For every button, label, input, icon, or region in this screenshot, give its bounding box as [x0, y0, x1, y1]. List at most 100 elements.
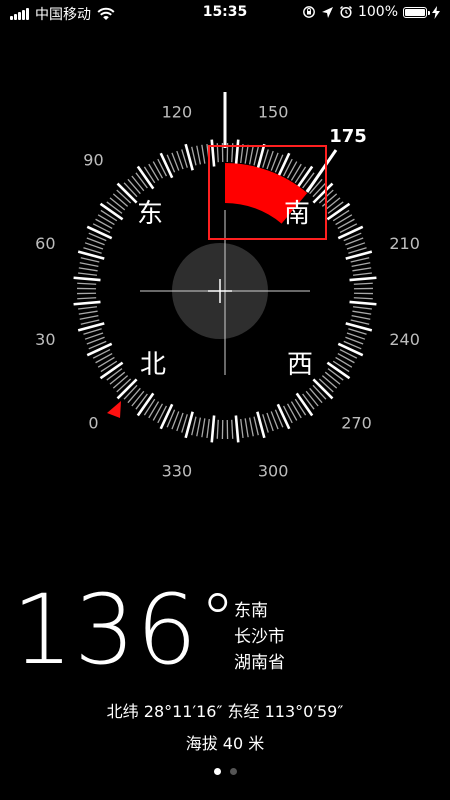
- minor-tick: [196, 417, 202, 437]
- minor-tick: [351, 262, 371, 268]
- minor-tick: [201, 144, 206, 164]
- minor-tick: [348, 247, 367, 254]
- minor-tick: [348, 328, 367, 335]
- major-tick: [337, 225, 364, 240]
- minor-tick: [80, 257, 100, 263]
- minor-tick: [123, 384, 138, 400]
- minor-tick: [135, 172, 148, 189]
- minor-tick: [123, 182, 138, 198]
- heading-readout: 136 °: [12, 580, 235, 680]
- cardinal-east: 东: [137, 199, 163, 229]
- minor-tick: [95, 352, 113, 364]
- page-dot-inactive[interactable]: [229, 768, 237, 775]
- degree-label: 90: [83, 150, 103, 169]
- minor-tick: [131, 175, 145, 192]
- minor-tick: [309, 387, 323, 404]
- degree-label: 210: [389, 234, 420, 253]
- minor-tick: [181, 414, 188, 433]
- minor-tick: [352, 306, 372, 310]
- cardinal-west: 西: [287, 350, 313, 380]
- minor-tick: [109, 371, 126, 385]
- minor-tick: [95, 218, 113, 230]
- province-label: 湖南省: [234, 653, 285, 673]
- minor-tick: [135, 393, 148, 410]
- minor-tick: [191, 416, 197, 436]
- major-tick: [73, 300, 101, 306]
- major-tick: [210, 139, 216, 167]
- minor-tick: [79, 314, 99, 320]
- minor-tick: [152, 161, 164, 179]
- minor-tick: [216, 419, 219, 439]
- page-dot-active[interactable]: [213, 768, 221, 775]
- minor-tick: [127, 178, 141, 195]
- degree-label: 270: [341, 414, 372, 433]
- city-label: 长沙市: [234, 627, 285, 647]
- minor-tick: [327, 201, 344, 214]
- minor-tick: [109, 197, 126, 211]
- minor-tick: [335, 356, 353, 368]
- major-tick: [337, 342, 364, 357]
- minor-tick: [78, 306, 98, 310]
- major-tick: [349, 300, 377, 306]
- altitude-label: 海拔 40 米: [185, 734, 265, 753]
- minor-tick: [79, 262, 99, 268]
- minor-tick: [116, 378, 132, 393]
- minor-tick: [305, 390, 319, 407]
- minor-tick: [191, 146, 197, 166]
- minor-tick: [318, 378, 334, 393]
- minor-tick: [324, 197, 341, 211]
- minor-tick: [244, 144, 249, 164]
- minor-tick: [206, 418, 210, 438]
- minor-tick: [112, 375, 129, 389]
- minor-tick: [332, 360, 350, 373]
- degree-label: 120: [162, 102, 193, 121]
- minor-tick: [240, 418, 244, 438]
- minor-tick: [248, 417, 254, 437]
- minor-tick: [290, 401, 302, 419]
- page-indicator[interactable]: [0, 768, 450, 775]
- minor-tick: [127, 387, 141, 404]
- degree-label: 330: [162, 462, 193, 481]
- minor-tick: [77, 297, 97, 300]
- minor-tick: [97, 356, 115, 368]
- minor-tick: [302, 393, 315, 410]
- cardinal-south: 南: [284, 199, 310, 229]
- minor-tick: [83, 328, 102, 335]
- north-pointer-icon: [107, 401, 121, 418]
- major-tick: [73, 276, 101, 282]
- cardinal-north: 北: [140, 350, 166, 380]
- major-tick: [349, 276, 377, 282]
- minor-tick: [353, 282, 373, 285]
- minor-tick: [78, 267, 98, 272]
- degree-label: 150: [258, 102, 289, 121]
- location-block: 东南 长沙市 湖南省: [234, 598, 285, 676]
- major-tick: [159, 403, 174, 430]
- minor-tick: [253, 146, 259, 166]
- major-tick: [210, 415, 216, 443]
- degree-label: 240: [389, 330, 420, 349]
- minor-tick: [337, 352, 355, 364]
- compass-dial: 0 30 60 90 120 150 210 240 270 300 330 东 南 北 西 175: [35, 92, 420, 481]
- minor-tick: [294, 398, 307, 416]
- minor-tick: [231, 419, 234, 439]
- minor-tick: [312, 182, 327, 198]
- minor-tick: [290, 163, 302, 181]
- major-tick: [86, 225, 113, 240]
- minor-tick: [106, 368, 123, 381]
- minor-tick: [262, 414, 269, 433]
- minor-tick: [351, 314, 371, 320]
- minor-tick: [116, 189, 132, 204]
- major-tick: [276, 152, 291, 179]
- minor-tick: [352, 267, 372, 272]
- major-tick: [86, 342, 113, 357]
- minor-tick: [196, 145, 202, 165]
- minor-tick: [112, 193, 129, 207]
- major-tick: [159, 152, 174, 179]
- heading-marker-label: 175: [329, 126, 367, 147]
- minor-tick: [294, 166, 307, 184]
- minor-tick: [181, 149, 188, 168]
- minor-tick: [321, 375, 338, 389]
- minor-tick: [248, 145, 254, 165]
- minor-tick: [80, 319, 100, 325]
- minor-tick: [78, 310, 98, 315]
